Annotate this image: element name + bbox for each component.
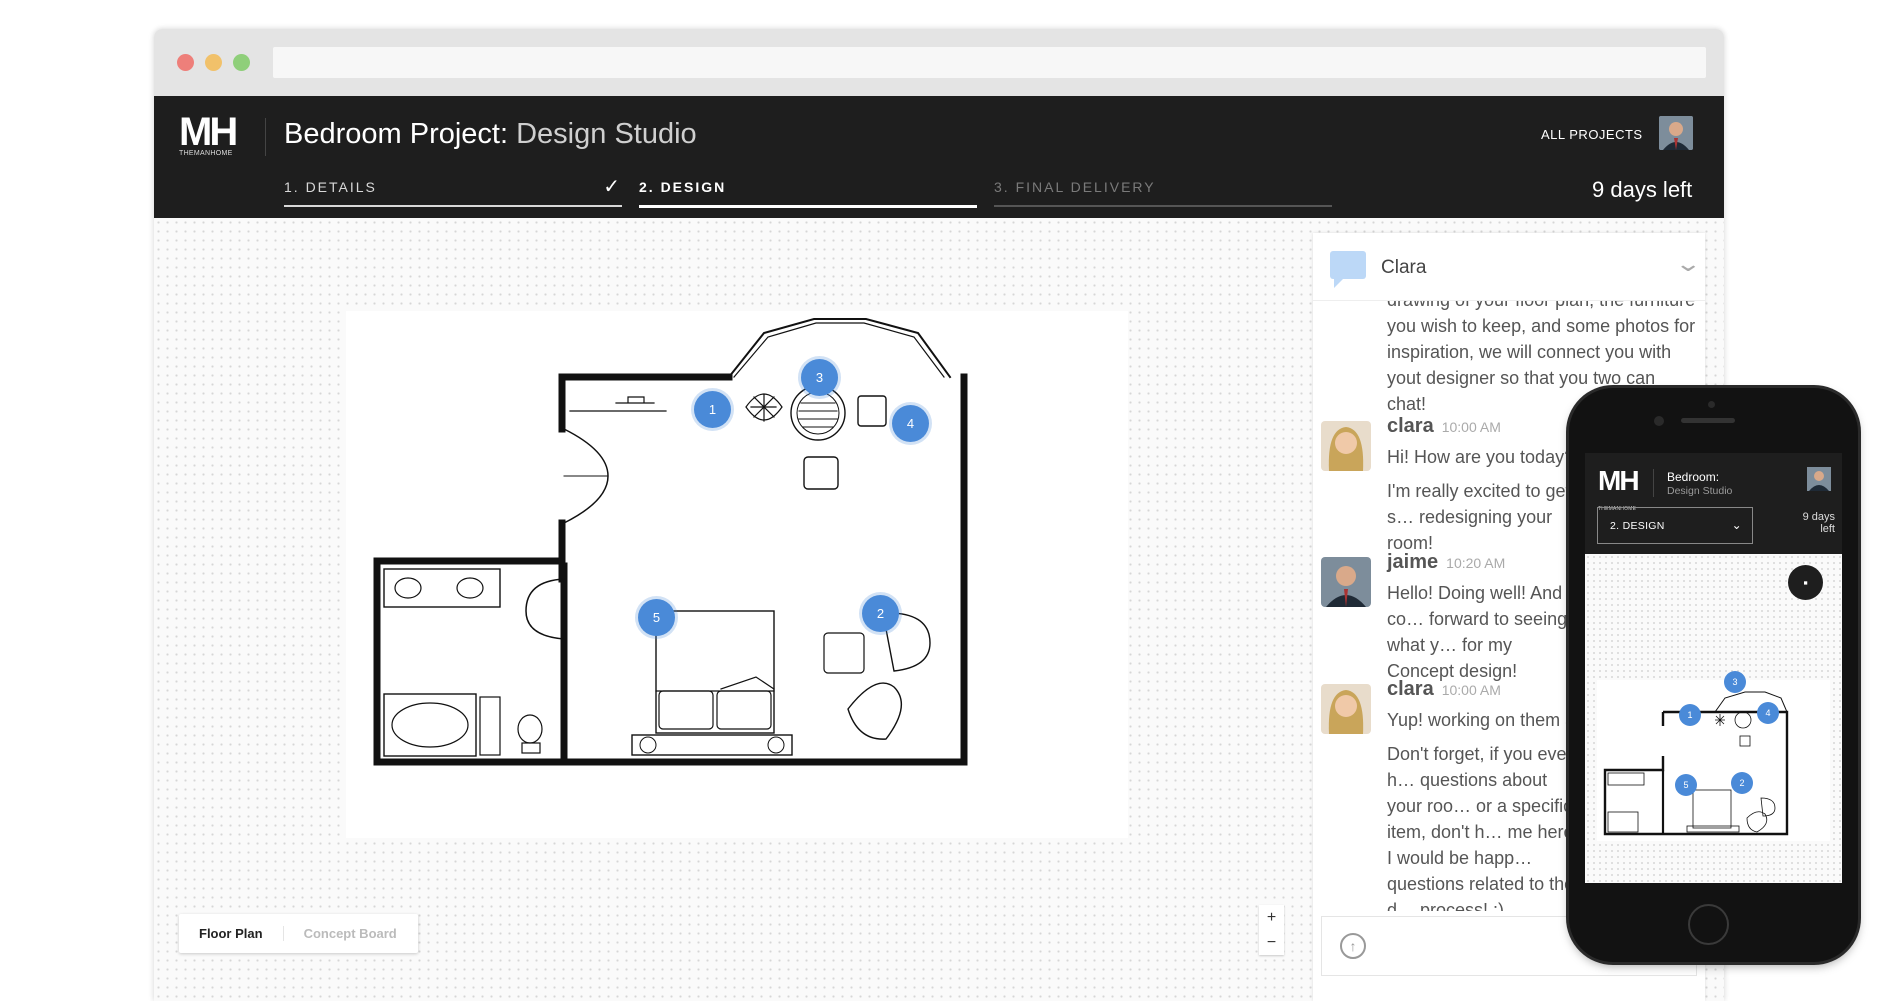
mobile-phone-mockup: MH THEMANHOME Bedroom: Design Studio 2. … — [1569, 388, 1858, 962]
message-author: jaime — [1387, 551, 1439, 573]
chevron-down-icon[interactable]: ⌄ — [1674, 251, 1702, 277]
message-time: 10:00 AM — [1441, 682, 1501, 698]
logo-subtext: THEMANHOME — [179, 150, 233, 157]
upload-icon[interactable]: ↑ — [1340, 933, 1366, 959]
mobile-days-left-line1: 9 days — [1802, 511, 1835, 523]
zoom-out-button[interactable]: − — [1267, 934, 1276, 952]
mobile-days-left: 9 days left — [1789, 511, 1835, 535]
maximize-window-button[interactable] — [233, 54, 250, 71]
step-final-delivery-label: 3. FINAL DELIVERY — [994, 179, 1156, 195]
close-window-button[interactable] — [177, 54, 194, 71]
mobile-step-select[interactable]: 2. DESIGN ⌄ — [1597, 507, 1753, 544]
mobile-page-subtitle: Design Studio — [1667, 485, 1733, 497]
message-time: 10:00 AM — [1441, 419, 1501, 435]
browser-chrome — [154, 29, 1724, 96]
mobile-workspace: ▪ 1 2 3 4 5 — [1585, 554, 1842, 883]
message-author: clara — [1387, 415, 1434, 437]
minimize-window-button[interactable] — [205, 54, 222, 71]
hotspot-pin-2[interactable]: 2 — [862, 595, 899, 632]
step-details-label: 1. DETAILS — [284, 179, 377, 195]
message-text: Don't forget, if you ever h… questions a… — [1387, 744, 1579, 911]
zoom-in-button[interactable]: + — [1267, 909, 1276, 927]
page-title-main: Bedroom Project: — [284, 118, 509, 150]
hotspot-pin-1[interactable]: 1 — [694, 391, 731, 428]
chat-header[interactable]: Clara ⌄ — [1313, 233, 1705, 301]
mobile-floor-plan-drawing — [1603, 691, 1789, 836]
mobile-days-left-line2: left — [1820, 523, 1835, 535]
days-left: 9 days left — [1592, 177, 1693, 202]
logo-text: MH — [179, 110, 238, 154]
floor-plan-drawing — [373, 318, 968, 766]
message-time: 10:20 AM — [1446, 555, 1506, 571]
avatar — [1321, 421, 1371, 471]
all-projects-link[interactable]: ALL PROJECTS — [1541, 127, 1643, 142]
page-title-sub: Design Studio — [516, 118, 697, 150]
avatar — [1321, 557, 1371, 607]
zoom-controls: + − — [1259, 905, 1284, 955]
hotspot-pin-4[interactable]: 4 — [892, 405, 929, 442]
step-design-label: 2. DESIGN — [639, 179, 727, 195]
view-switcher: Floor Plan Concept Board — [179, 914, 418, 953]
mobile-hotspot-pin-4[interactable]: 4 — [1757, 702, 1779, 724]
brand-logo[interactable]: MH THEMANHOME — [179, 112, 241, 160]
header-divider — [265, 118, 266, 156]
mobile-header: MH THEMANHOME Bedroom: Design Studio 2. … — [1585, 453, 1842, 554]
camera-icon — [1654, 416, 1664, 426]
mobile-screen: MH THEMANHOME Bedroom: Design Studio 2. … — [1585, 453, 1842, 883]
tab-floor-plan[interactable]: Floor Plan — [179, 926, 283, 941]
address-bar[interactable] — [273, 47, 1706, 78]
hotspot-pin-3[interactable]: 3 — [801, 359, 838, 396]
step-design[interactable]: 2. DESIGN — [639, 179, 977, 208]
page-title: Bedroom Project: Design Studio — [284, 118, 697, 151]
mobile-step-select-value: 2. DESIGN — [1610, 520, 1665, 532]
message-text: I'm really excited to get s… redesigning… — [1387, 481, 1571, 553]
design-workspace: 1 2 3 4 5 Floor Plan Concept Board + − C… — [154, 218, 1724, 1001]
mobile-user-avatar[interactable] — [1807, 467, 1831, 491]
message-author: clara — [1387, 678, 1434, 700]
hotspot-pin-5[interactable]: 5 — [638, 599, 675, 636]
message-text: Hello! Doing well! And co… forward to se… — [1387, 583, 1568, 681]
mobile-hotspot-pin-3[interactable]: 3 — [1724, 671, 1746, 693]
mobile-logo-text: MH — [1598, 465, 1640, 496]
mobile-hotspot-pin-2[interactable]: 2 — [1731, 772, 1753, 794]
floor-plan-canvas[interactable]: 1 2 3 4 5 — [346, 311, 1128, 838]
chevron-down-icon: ⌄ — [1731, 518, 1742, 532]
front-camera-icon — [1708, 401, 1715, 408]
chat-bubble-icon — [1330, 251, 1366, 288]
speaker-grille — [1681, 418, 1735, 423]
home-button[interactable] — [1688, 904, 1729, 945]
mobile-header-divider — [1653, 469, 1654, 497]
chat-icon[interactable]: ▪ — [1788, 565, 1823, 600]
mobile-page-title: Bedroom: — [1667, 470, 1720, 484]
step-final-delivery[interactable]: 3. FINAL DELIVERY — [994, 179, 1332, 207]
avatar — [1321, 684, 1371, 734]
checkmark-icon: ✓ — [603, 176, 622, 198]
mobile-floor-plan[interactable]: 1 2 3 4 5 — [1597, 671, 1830, 841]
app-header: MH THEMANHOME Bedroom Project: Design St… — [154, 96, 1724, 218]
chat-contact-name: Clara — [1381, 257, 1427, 278]
mobile-hotspot-pin-5[interactable]: 5 — [1675, 774, 1697, 796]
user-avatar[interactable] — [1659, 116, 1693, 150]
mobile-hotspot-pin-1[interactable]: 1 — [1679, 704, 1701, 726]
step-details[interactable]: 1. DETAILS ✓ — [284, 176, 622, 207]
browser-window: MH THEMANHOME Bedroom Project: Design St… — [154, 29, 1724, 1001]
tab-concept-board[interactable]: Concept Board — [282, 926, 417, 941]
